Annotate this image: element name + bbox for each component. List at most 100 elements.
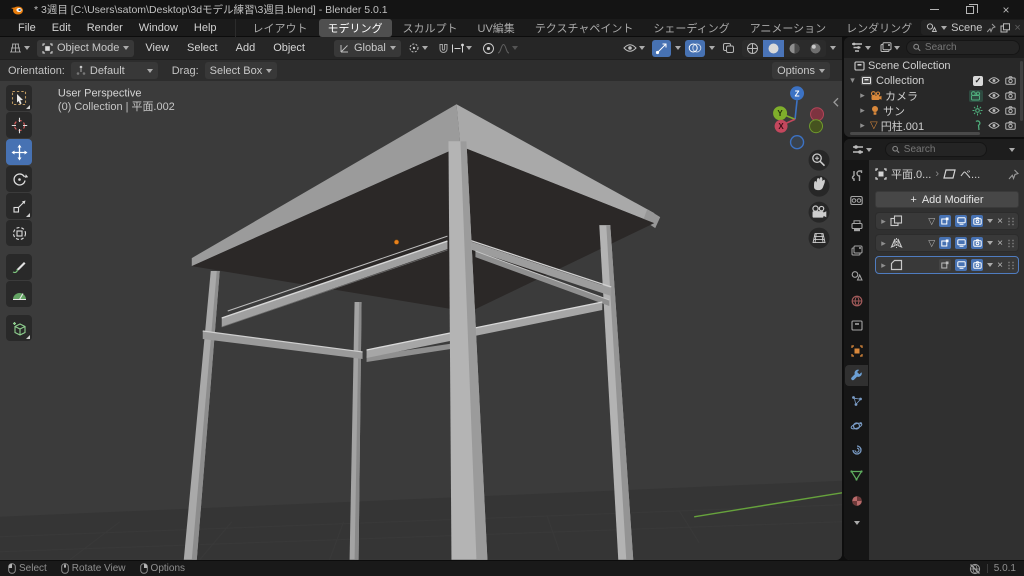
hide-eye-icon[interactable]: [988, 76, 1000, 85]
modifier-data-icon[interactable]: [974, 120, 983, 131]
modifier-row-array[interactable]: ▸ ▽ ×: [875, 212, 1019, 230]
tool-measure[interactable]: [6, 281, 32, 307]
properties-options-icon[interactable]: [1009, 148, 1015, 152]
tab-output[interactable]: [845, 215, 868, 236]
shading-material-button[interactable]: [784, 40, 805, 57]
sidebar-toggle-icon[interactable]: [834, 98, 838, 106]
delete-modifier-icon[interactable]: ×: [997, 216, 1003, 227]
properties-search-input[interactable]: [904, 144, 980, 155]
camera-data-badge[interactable]: [969, 90, 983, 102]
expand-icon[interactable]: ▸: [858, 105, 867, 116]
shading-rendered-button[interactable]: [805, 40, 826, 57]
outliner-display-mode-button[interactable]: [877, 39, 903, 56]
delete-modifier-icon[interactable]: ×: [997, 238, 1003, 249]
pivot-point-button[interactable]: [405, 40, 431, 57]
overlays-toggle[interactable]: [685, 40, 705, 57]
tab-texture-paint[interactable]: テクスチャペイント: [526, 19, 643, 37]
menu-window[interactable]: Window: [131, 22, 186, 34]
tool-transform[interactable]: [6, 220, 32, 246]
add-modifier-button[interactable]: + Add Modifier: [875, 191, 1019, 208]
outliner-search-input[interactable]: [925, 42, 1013, 53]
outliner-row-collection[interactable]: ▾ Collection ✓: [844, 73, 1024, 88]
tab-rendering[interactable]: レンダリング: [837, 19, 921, 37]
tool-move[interactable]: [6, 139, 32, 165]
editor-type-button[interactable]: [6, 40, 33, 57]
modifier-extras-icon[interactable]: [987, 263, 993, 267]
outliner-hscrollbar[interactable]: [850, 132, 980, 135]
realtime-toggle[interactable]: [955, 259, 967, 271]
properties-editor-type-button[interactable]: [849, 141, 875, 158]
drag-dropdown[interactable]: Select Box: [205, 62, 278, 79]
viewport-menu-view[interactable]: View: [138, 42, 176, 54]
drag-handle-icon[interactable]: [1007, 217, 1015, 226]
mode-dropdown[interactable]: Object Mode: [37, 40, 134, 57]
expand-icon[interactable]: ▸: [858, 120, 867, 131]
outliner-row-sun[interactable]: ▸ サン: [844, 103, 1024, 118]
tool-select-box[interactable]: [6, 85, 32, 111]
object-visibility-button[interactable]: [620, 40, 648, 57]
gizmos-toggle[interactable]: [652, 40, 671, 57]
collection-checkbox[interactable]: ✓: [973, 76, 983, 86]
tab-material[interactable]: [845, 490, 868, 511]
outliner-row-scene-collection[interactable]: Scene Collection: [844, 58, 1024, 73]
tab-object[interactable]: [845, 340, 868, 361]
options-dropdown[interactable]: Options: [772, 62, 830, 79]
tab-modifiers[interactable]: [845, 365, 868, 386]
transform-orientation-dropdown[interactable]: Global: [334, 40, 401, 57]
render-visibility-icon[interactable]: [1005, 76, 1016, 85]
gizmos-dropdown-icon[interactable]: [675, 46, 681, 50]
tab-object-data[interactable]: [845, 465, 868, 486]
menu-edit[interactable]: Edit: [44, 22, 79, 34]
outliner-vscrollbar[interactable]: [1020, 61, 1023, 121]
tab-view-layer[interactable]: [845, 240, 868, 261]
tool-annotate[interactable]: [6, 254, 32, 280]
sun-data-icon[interactable]: [972, 105, 983, 116]
render-visibility-icon[interactable]: [1005, 106, 1016, 115]
tool-rotate[interactable]: [6, 166, 32, 192]
tab-animation[interactable]: アニメーション: [741, 19, 836, 37]
shading-wireframe-button[interactable]: [742, 40, 763, 57]
viewport-menu-object[interactable]: Object: [266, 42, 312, 54]
expand-icon[interactable]: ▾: [848, 75, 857, 86]
breadcrumb-object[interactable]: 平面.0...: [891, 166, 931, 182]
viewport-menu-add[interactable]: Add: [229, 42, 263, 54]
tab-sculpting[interactable]: スカルプト: [394, 19, 467, 37]
hide-eye-icon[interactable]: [988, 121, 1000, 130]
expand-icon[interactable]: ▸: [879, 238, 888, 249]
proportional-editing-button[interactable]: [479, 40, 521, 57]
drag-handle-icon[interactable]: [1007, 239, 1015, 248]
viewport-3d[interactable]: User Perspective (0) Collection | 平面.002…: [0, 81, 842, 560]
render-toggle[interactable]: [971, 237, 983, 249]
scene-selector[interactable]: Scene ×: [921, 20, 1024, 35]
close-button[interactable]: ×: [988, 0, 1024, 19]
expand-icon[interactable]: ▸: [879, 260, 888, 271]
menu-render[interactable]: Render: [79, 22, 131, 34]
outliner-row-cylinder[interactable]: ▸ ▽ 円柱.001: [844, 118, 1024, 133]
tool-cursor[interactable]: [6, 112, 32, 138]
on-cage-toggle[interactable]: ▽: [928, 216, 935, 227]
orientation-dropdown[interactable]: Default: [71, 62, 158, 79]
realtime-toggle[interactable]: [955, 237, 967, 249]
pin-icon[interactable]: [986, 23, 996, 33]
overlays-dropdown-icon[interactable]: [709, 46, 715, 50]
xray-toggle[interactable]: [719, 40, 738, 57]
outliner-filter-button[interactable]: [848, 39, 874, 56]
expand-icon[interactable]: ▸: [858, 90, 867, 101]
tool-add-cube[interactable]: [6, 315, 32, 341]
hide-eye-icon[interactable]: [988, 91, 1000, 100]
modifier-extras-icon[interactable]: [987, 219, 993, 223]
zoom-button[interactable]: [809, 150, 830, 171]
modifier-row-mirror[interactable]: ▸ ▽ ×: [875, 234, 1019, 252]
camera-view-button[interactable]: [809, 202, 830, 223]
shading-solid-button[interactable]: [763, 40, 784, 57]
expand-icon[interactable]: ▸: [879, 216, 888, 227]
modifier-extras-icon[interactable]: [987, 241, 993, 245]
hide-eye-icon[interactable]: [988, 106, 1000, 115]
minimize-button[interactable]: [916, 0, 952, 19]
tab-shading[interactable]: シェーディング: [644, 19, 738, 37]
pin-icon[interactable]: [1008, 169, 1019, 180]
render-toggle[interactable]: [971, 215, 983, 227]
pan-button[interactable]: [809, 176, 830, 197]
nav-gizmo[interactable]: Z Y X: [773, 86, 823, 148]
drag-handle-icon[interactable]: [1007, 261, 1015, 270]
